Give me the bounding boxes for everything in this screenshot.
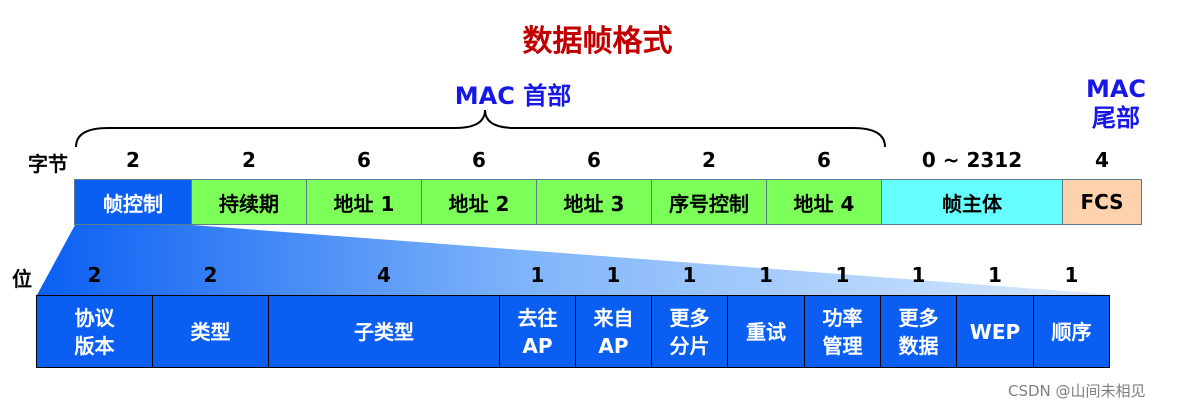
frame-control-subfield: 顺序 <box>1033 295 1110 368</box>
frame-field: 地址 4 <box>766 179 882 225</box>
bit-count: 1 <box>682 263 697 287</box>
bit-count: 1 <box>1064 263 1079 287</box>
bit-count: 1 <box>988 263 1002 287</box>
frame-field: FCS <box>1062 179 1142 225</box>
byte-count: 6 <box>357 148 371 172</box>
bit-label: 位 <box>12 267 32 291</box>
mac-header-label: MAC 首部 <box>454 82 572 110</box>
byte-count: 2 <box>242 148 256 172</box>
mac-trailer-label: MAC 尾部 <box>1085 75 1147 132</box>
frame-control-subfield: WEP <box>956 295 1034 368</box>
bit-count: 1 <box>606 263 621 287</box>
frame-control-subfield: 子类型 <box>268 295 500 368</box>
frame-control-subfield: 去往 AP <box>499 295 576 368</box>
frame-control-subfields-row: 协议 版本 类型 子类型 去往 AP 来自 AP 更多 分片 重试 功率 管理 更多 数据 WEP… <box>36 295 1110 368</box>
frame-field: 序号控制 <box>651 179 767 225</box>
bit-count: 1 <box>835 263 850 287</box>
frame-control-subfield: 协议 版本 <box>36 295 153 368</box>
bit-count: 1 <box>911 263 926 287</box>
byte-count: 0 ~ 2312 <box>921 148 1023 172</box>
byte-count: 6 <box>587 148 601 172</box>
frame-field: 帧控制 <box>74 179 192 225</box>
frame-field: 帧主体 <box>881 179 1063 225</box>
frame-control-subfield: 更多 数据 <box>880 295 957 368</box>
bit-count: 4 <box>377 263 391 287</box>
frame-field: 持续期 <box>191 179 307 225</box>
frame-control-subfield: 更多 分片 <box>651 295 728 368</box>
byte-count: 2 <box>126 148 140 172</box>
bit-count: 1 <box>530 263 545 287</box>
diagram-title: 数据帧格式 <box>522 24 673 59</box>
frame-control-subfield: 功率 管理 <box>804 295 881 368</box>
frame-control-subfield: 来自 AP <box>575 295 652 368</box>
byte-count: 2 <box>702 148 716 172</box>
bit-count: 2 <box>203 263 218 287</box>
frame-field: 地址 1 <box>306 179 422 225</box>
bit-count: 2 <box>87 263 102 287</box>
frame-control-subfield: 重试 <box>727 295 805 368</box>
byte-count: 4 <box>1095 148 1109 172</box>
byte-label: 字节 <box>28 152 68 176</box>
byte-count: 6 <box>472 148 486 172</box>
frame-field: 地址 2 <box>421 179 537 225</box>
frame-fields-row: 帧控制 持续期 地址 1 地址 2 地址 3 序号控制 地址 4 帧主体 FCS <box>74 179 1142 225</box>
frame-field: 地址 3 <box>536 179 652 225</box>
frame-control-subfield: 类型 <box>152 295 269 368</box>
byte-count: 6 <box>817 148 831 172</box>
bit-count: 1 <box>759 263 773 287</box>
watermark: CSDN @山间未相见 <box>1008 382 1146 400</box>
